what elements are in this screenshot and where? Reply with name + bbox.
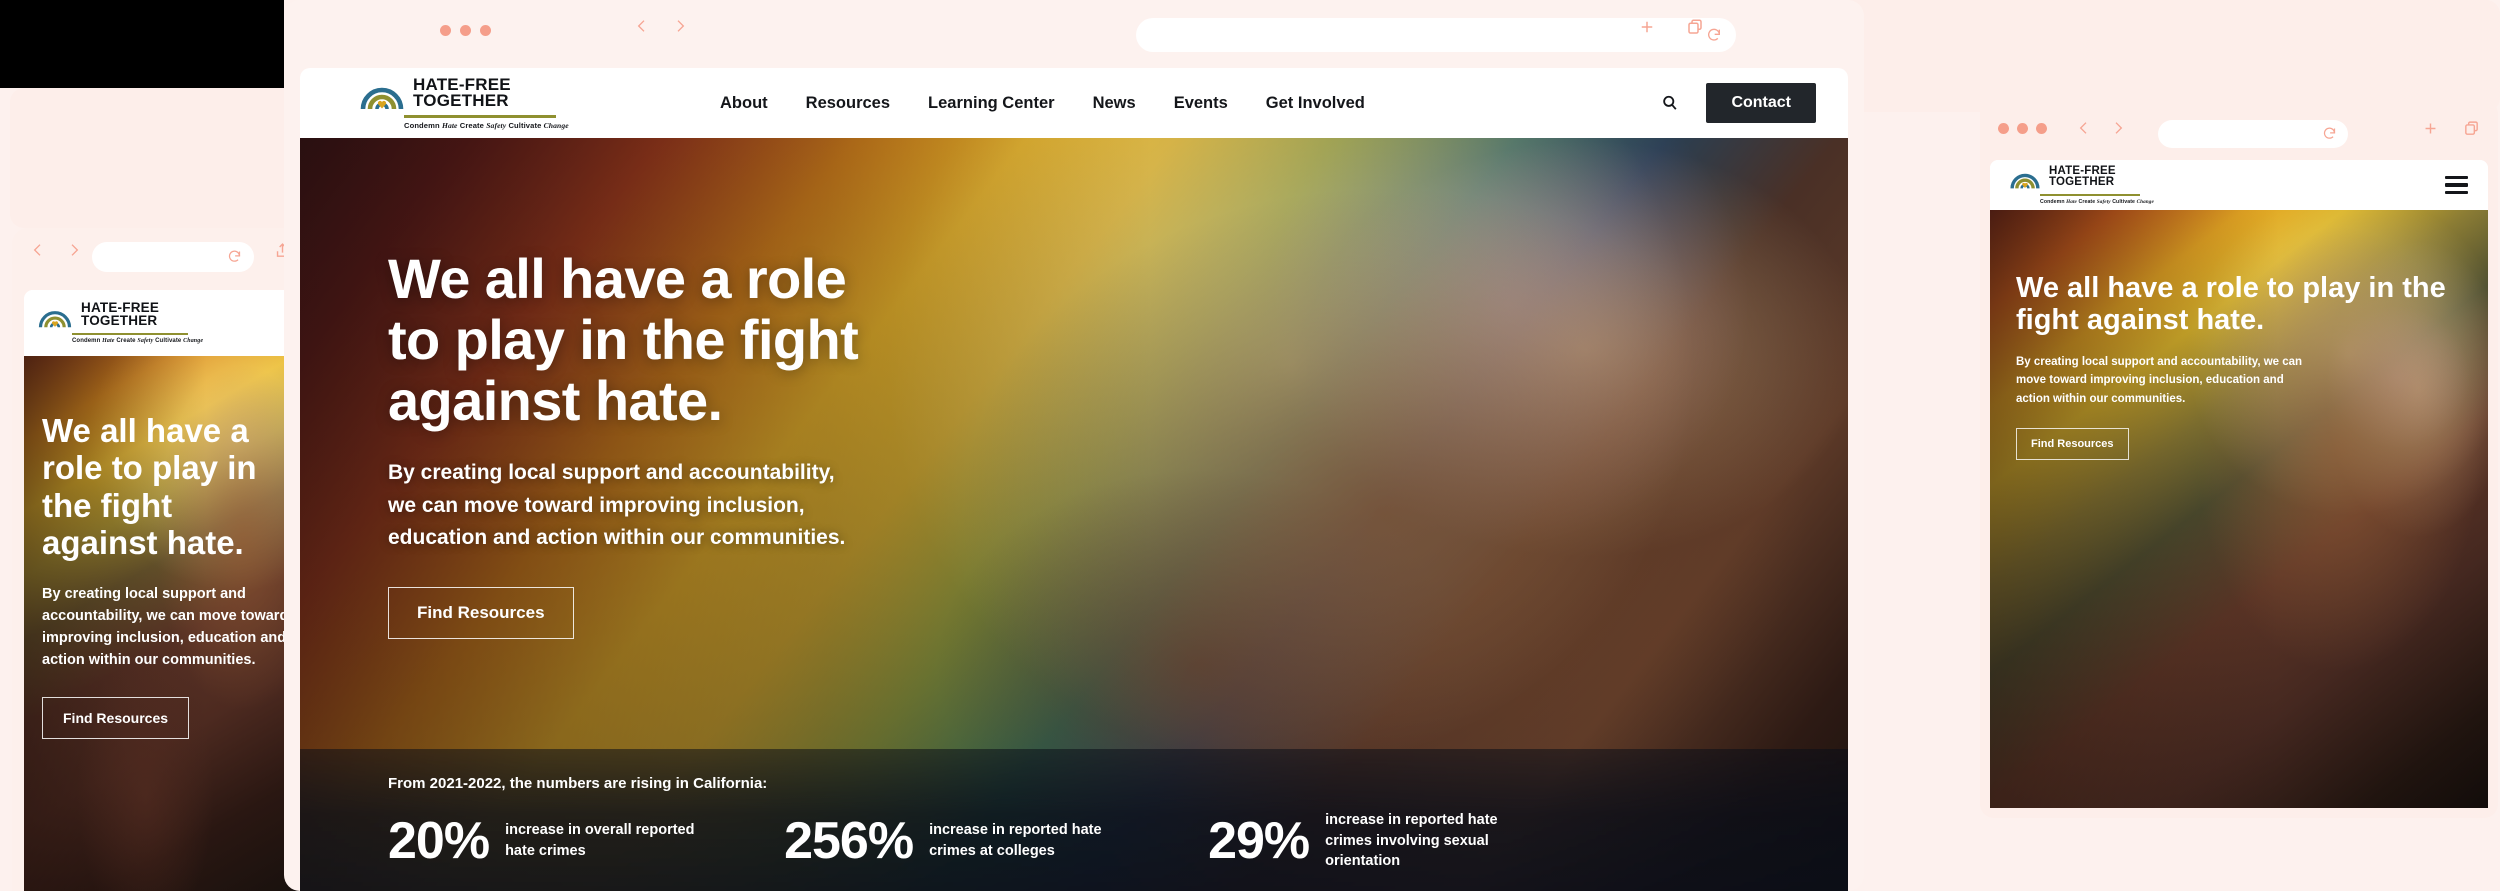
tablet-url-bar[interactable] <box>2158 120 2348 148</box>
logo-tagline: Condemn Hate Create Safety Cultivate Cha… <box>2040 198 2154 205</box>
logo[interactable]: HATE-FREE TOGETHER Condemn Hate Create S… <box>38 301 268 345</box>
search-icon[interactable] <box>1660 93 1680 113</box>
logo-line-2: TOGETHER <box>81 312 158 328</box>
chevron-right-icon[interactable] <box>66 242 82 258</box>
logo-rule <box>404 115 556 118</box>
close-window-button[interactable] <box>440 25 451 36</box>
logo-rule <box>72 332 188 336</box>
backdrop-black-block <box>0 0 284 88</box>
stat-item: 256% increase in reported hate crimes at… <box>784 815 1144 867</box>
tablet-hero: We all have a role to play in the fight … <box>1990 210 2488 808</box>
find-resources-button[interactable]: Find Resources <box>42 697 190 740</box>
tabs-icon[interactable] <box>2463 120 2480 137</box>
plus-icon[interactable] <box>1638 18 1656 36</box>
find-resources-button[interactable]: Find Resources <box>2016 428 2129 461</box>
logo-line-2: TOGETHER <box>413 91 509 110</box>
stat-label: increase in reported hate crimes involvi… <box>1325 812 1498 870</box>
phone-site-header: HATE-FREE TOGETHER Condemn Hate Create S… <box>24 290 328 356</box>
tablet-site-header: HATE-FREE TOGETHER Condemn Hate Create S… <box>1990 160 2488 210</box>
stat-value: 20% <box>388 811 490 870</box>
logo[interactable]: HATE-FREE TOGETHER Condemn Hate Create S… <box>2010 166 2240 205</box>
header-actions: Contact <box>1660 83 1816 123</box>
stat-value: 29% <box>1208 811 1310 870</box>
desktop-chrome-actions <box>1638 18 1704 36</box>
chevron-left-icon[interactable] <box>2076 120 2092 136</box>
site-header: HATE-FREE TOGETHER Condemn Hate Create S… <box>300 68 1848 138</box>
find-resources-button[interactable]: Find Resources <box>388 586 574 639</box>
tablet-mockup: HATE-FREE TOGETHER Condemn Hate Create S… <box>1980 100 2498 818</box>
tablet-viewport: HATE-FREE TOGETHER Condemn Hate Create S… <box>1990 160 2488 808</box>
desktop-browser-window: HATE-FREE TOGETHER Condemn Hate Create S… <box>284 0 1864 891</box>
rainbow-logo-icon <box>38 310 72 328</box>
tablet-traffic-lights <box>1998 123 2047 134</box>
hero-subheading: By creating local support and accountabi… <box>388 461 846 550</box>
tablet-hero-heading: We all have a role to play in the fight … <box>2016 272 2446 337</box>
reload-icon[interactable] <box>2322 126 2337 141</box>
nav-item-resources[interactable]: Resources <box>806 94 890 113</box>
hero-heading: We all have a role to play in the fight … <box>388 247 859 433</box>
maximize-window-button[interactable] <box>480 25 491 36</box>
main-navigation: About Resources Learning Center News Eve… <box>720 94 1365 113</box>
tablet-chrome-actions <box>2422 120 2480 137</box>
logo-line-2: TOGETHER <box>2049 176 2115 188</box>
tablet-hero-subheading: By creating local support and accountabi… <box>2016 355 2303 405</box>
reload-icon[interactable] <box>1706 27 1722 43</box>
phone-nav-arrows <box>30 242 82 258</box>
chevron-left-icon[interactable] <box>30 242 46 258</box>
phone-hero: We all have a role to play in the fight … <box>24 356 328 891</box>
contact-button[interactable]: Contact <box>1706 83 1816 123</box>
desktop-nav-arrows <box>634 18 688 34</box>
minimize-window-button[interactable] <box>460 25 471 36</box>
logo-rule <box>2040 193 2140 196</box>
statistics-band: From 2021-2022, the numbers are rising i… <box>300 749 1848 891</box>
chevron-right-icon[interactable] <box>672 18 688 34</box>
nav-item-events[interactable]: Events <box>1174 94 1228 113</box>
tablet-nav-arrows <box>2076 120 2126 136</box>
rainbow-logo-icon <box>2010 173 2040 189</box>
reload-icon[interactable] <box>227 249 242 264</box>
nav-item-learning-center[interactable]: Learning Center <box>928 94 1055 113</box>
close-window-button[interactable] <box>1998 123 2009 134</box>
rainbow-logo-icon <box>360 87 404 110</box>
logo[interactable]: HATE-FREE TOGETHER Condemn Hate Create S… <box>360 76 590 130</box>
hamburger-menu-icon[interactable] <box>2445 175 2468 195</box>
phone-viewport: HATE-FREE TOGETHER Condemn Hate Create S… <box>24 290 328 891</box>
stat-item: 29% increase in reported hate crimes inv… <box>1208 810 1540 872</box>
phone-hero-heading: We all have a role to play in the fight … <box>42 412 257 561</box>
chevron-left-icon[interactable] <box>634 18 650 34</box>
stat-label: increase in reported hate crimes at coll… <box>929 822 1102 859</box>
desktop-browser-chrome <box>284 0 1864 68</box>
maximize-window-button[interactable] <box>2036 123 2047 134</box>
logo-tagline: Condemn Hate Create Safety Cultivate Cha… <box>72 338 204 345</box>
chevron-right-icon[interactable] <box>2110 120 2126 136</box>
phone-hero-subheading: By creating local support and accountabi… <box>42 586 289 669</box>
tabs-icon[interactable] <box>1686 18 1704 36</box>
window-traffic-lights <box>440 25 491 36</box>
nav-item-get-involved[interactable]: Get Involved <box>1266 94 1365 113</box>
hero-section: We all have a role to play in the fight … <box>300 138 1848 891</box>
stat-value: 256% <box>784 811 914 870</box>
tablet-browser-chrome <box>1980 100 2498 160</box>
logo-tagline: Condemn Hate Create Safety Cultivate Cha… <box>404 121 569 130</box>
stat-item: 20% increase in overall reported hate cr… <box>388 815 720 867</box>
phone-url-bar[interactable] <box>92 242 254 272</box>
plus-icon[interactable] <box>2422 120 2439 137</box>
statistics-lead-text: From 2021-2022, the numbers are rising i… <box>388 775 768 792</box>
nav-item-about[interactable]: About <box>720 94 768 113</box>
nav-item-news[interactable]: News <box>1093 94 1136 113</box>
statistics-row: 20% increase in overall reported hate cr… <box>388 810 1848 872</box>
minimize-window-button[interactable] <box>2017 123 2028 134</box>
stat-label: increase in overall reported hate crimes <box>505 822 695 859</box>
